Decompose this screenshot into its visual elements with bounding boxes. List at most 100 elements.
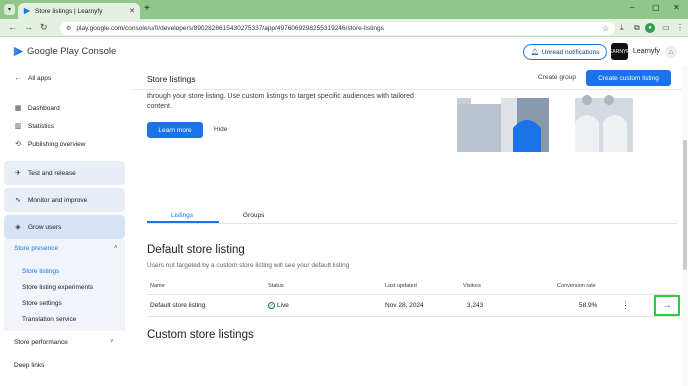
arrow-right-icon: → [662,300,672,311]
sidebar-item-statistics[interactable]: ▥ Statistics [4,117,125,135]
group-label: Grow users [28,223,62,231]
col-conversion-rate: Conversion rate [557,283,596,289]
group-label: Test and release [28,169,76,177]
play-logo-icon [13,46,24,57]
site-info-icon[interactable]: ⚙ [66,25,71,32]
forward-icon[interactable]: → [24,22,33,32]
sidebar-item-translation-service[interactable]: Translation service [22,316,76,323]
sidebar-item-store-listings[interactable]: Store listings [22,268,59,275]
account-name: Learnyfy [633,48,660,55]
store-presence-panel: Store presence ˄ Store listings Store li… [4,239,125,331]
close-tab-icon[interactable]: ✕ [129,7,135,15]
sidebar-item-dashboard[interactable]: ▦ Dashboard [4,99,125,117]
split-view-icon[interactable]: ▭ [662,23,670,32]
notifications-label: Unread notifications [541,48,600,56]
listing-table-header: Name Status Last updated Visitors Conver… [147,279,677,295]
sidebar-item-deep-links[interactable]: Deep links [4,357,125,375]
chevron-up-icon[interactable]: ˄ [114,245,118,251]
table-row[interactable]: Default store listing ✓ Live Nov 28, 202… [147,295,677,317]
store-performance-item[interactable]: Store performance ˅ [4,334,125,352]
col-name: Name [150,283,165,289]
menu-icon[interactable]: ⋮ [676,23,684,32]
monitor-wave-icon: ∿ [15,197,21,204]
google-play-console-logo[interactable]: Google Play Console [13,46,116,57]
profile-avatar[interactable]: ● [645,23,655,33]
main-content: Store listings Create group Create custo… [131,66,688,386]
console-title: Google Play Console [27,46,117,57]
grow-users-icon: ◈ [15,224,21,231]
more-options-icon[interactable]: ⋮ [621,300,630,311]
url-text: play.google.com/console/u/0/developers/8… [76,25,384,32]
hide-button[interactable]: Hide [214,126,227,133]
group-label: Monitor and improve [28,196,88,204]
default-listing-heading: Default store listing [147,244,245,256]
listing-tabs: Listings Groups [147,206,677,224]
bookmark-star-icon[interactable]: ☆ [602,24,609,33]
tab-listings[interactable]: Listings [171,212,193,219]
store-performance-label: Store performance [14,339,68,346]
row-visitors: 3,243 [467,302,484,309]
default-listing-description: Users not targeted by a custom store lis… [147,262,350,269]
bar-chart-icon: ▥ [14,123,22,130]
browser-tab[interactable]: Store listings | Learnyfy ✕ [18,3,140,19]
sidebar-item-label: Publishing overview [28,140,86,148]
sidebar-group-grow-users[interactable]: ◈ Grow users [4,215,125,239]
store-presence-header[interactable]: Store presence [14,245,58,252]
scrollbar-thumb[interactable] [683,140,687,270]
play-console-favicon-icon [23,7,31,15]
col-visitors: Visitors [463,283,481,289]
tab-groups[interactable]: Groups [243,212,264,219]
sidebar-item-label: Statistics [28,122,55,130]
sidebar-group-monitor[interactable]: ∿ Monitor and improve [4,188,125,212]
learn-more-button[interactable]: Learn more [147,122,203,138]
col-last-updated: Last updated [385,283,417,289]
download-icon[interactable]: ⤓ [620,23,624,33]
all-apps-label: All apps [28,74,52,82]
sidebar-item-store-listing-experiments[interactable]: Store listing experiments [22,284,93,291]
account-logo[interactable]: LEARNYFY [606,43,633,60]
extensions-icon[interactable]: ⧉ [634,23,640,33]
sidebar-group-test-release[interactable]: ✈ Test and release [4,161,125,185]
row-name: Default store listing [150,302,206,309]
create-group-button[interactable]: Create group [538,74,576,81]
tab-title: Store listings | Learnyfy [35,7,103,15]
active-tab-indicator [147,221,219,223]
console-header: Google Play Console 🔔︎ Unread notificati… [0,38,688,66]
page-header-bar: Store listings Create group Create custo… [131,66,688,90]
promo-illustration [457,95,633,152]
chevron-down-icon: ˅ [110,339,114,345]
close-window-icon[interactable]: ✕ [673,3,680,12]
maximize-icon[interactable]: ▢ [652,3,660,12]
publish-icon: ⟲ [15,141,21,148]
deep-links-label: Deep links [14,362,45,369]
minimize-icon[interactable]: – [630,3,634,12]
custom-listings-heading: Custom store listings [147,329,254,341]
dashboard-icon: ▦ [14,105,22,112]
row-last-updated: Nov 28, 2024 [385,302,424,309]
unread-notifications-button[interactable]: 🔔︎ Unread notifications [523,44,607,60]
check-circle-icon: ✓ [268,302,275,309]
col-status: Status [268,283,284,289]
url-input[interactable]: ⚙ play.google.com/console/u/0/developers… [60,22,615,35]
sidebar-item-label: Dashboard [28,104,60,112]
back-icon[interactable]: ← [8,22,17,32]
browser-tab-bar: ▾ Store listings | Learnyfy ✕ + – ▢ ✕ [0,0,688,19]
status-label: Live [277,302,289,309]
row-conversion-rate: 58.9% [579,302,598,309]
address-bar-row: ← → ↻ ⚙ play.google.com/console/u/0/deve… [0,19,688,37]
open-listing-arrow-button[interactable]: → [654,295,680,316]
bell-icon: 🔔︎ [530,49,539,56]
back-arrow-icon: ← [14,74,22,82]
row-status: ✓ Live [268,302,289,309]
account-home-icon[interactable]: ⌂ [665,46,677,58]
all-apps-link[interactable]: ← All apps [4,69,125,87]
sidebar-item-store-settings[interactable]: Store settings [22,300,62,307]
promo-text: through your store listing. Use custom l… [147,93,414,110]
reload-icon[interactable]: ↻ [40,22,48,33]
rocket-icon: ✈ [15,170,21,177]
page-title: Store listings [147,74,196,84]
create-custom-listing-button[interactable]: Create custom listing [586,70,671,86]
new-tab-icon[interactable]: + [144,3,150,14]
sidebar-item-publishing-overview[interactable]: ⟲ Publishing overview [4,135,125,153]
tab-search-icon[interactable]: ▾ [4,4,15,15]
